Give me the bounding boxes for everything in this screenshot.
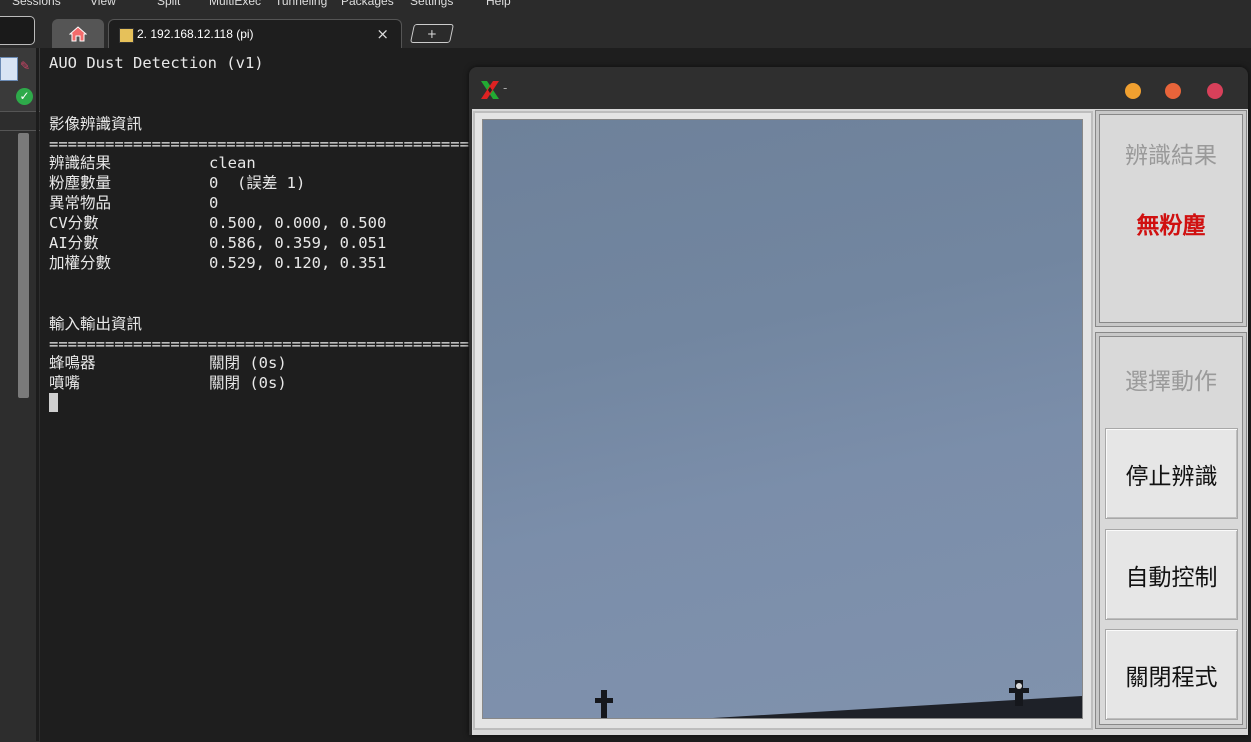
result-panel: 辨識結果 無粉塵 xyxy=(1096,111,1246,326)
terminal-cursor xyxy=(49,393,58,412)
sidebar-scrollbar[interactable] xyxy=(18,133,29,398)
row-value: clean xyxy=(209,154,256,172)
menu-settings[interactable]: Settings xyxy=(410,0,453,8)
row-label: 蜂鳴器 xyxy=(49,354,96,372)
row-label: 粉塵數量 xyxy=(49,174,112,192)
row-label: CV分數 xyxy=(49,214,99,232)
new-tab-button[interactable]: + xyxy=(409,24,455,43)
row-label: 異常物品 xyxy=(49,194,112,212)
plus-icon: + xyxy=(426,26,438,41)
menu-sessions[interactable]: Sessions xyxy=(12,0,61,8)
x11-logo-icon xyxy=(481,81,499,99)
sidebar-tools-icon[interactable]: ✎ xyxy=(20,59,30,73)
sidebar-divider xyxy=(0,130,40,131)
app-client-area: 辨識結果 無粉塵 選擇動作 停止辨識 自動控制 關閉程式 xyxy=(472,109,1248,735)
action-heading: 選擇動作 xyxy=(1125,369,1217,395)
camera-feed-image xyxy=(482,119,1083,719)
menu-view[interactable]: View xyxy=(90,0,116,8)
sidebar-edge xyxy=(36,48,39,741)
close-icon[interactable]: × xyxy=(376,25,389,43)
app-window: - 辨識結果 無粉塵 選擇動作 停止辨識 自動控制 關閉程式 xyxy=(469,67,1248,735)
tab-ssh-session[interactable]: 2. 192.168.12.118 (pi) × xyxy=(108,19,402,50)
row-label: 加權分數 xyxy=(49,254,112,272)
tab-home[interactable] xyxy=(52,19,104,48)
row-value: 0.529, 0.120, 0.351 xyxy=(209,254,387,272)
tab-session-label: 2. 192.168.12.118 (pi) xyxy=(137,27,254,41)
connected-check-icon: ✓ xyxy=(16,88,33,105)
menu-split[interactable]: Split xyxy=(157,0,180,8)
row-value: 0.586, 0.359, 0.051 xyxy=(209,234,387,252)
row-label: 辨識結果 xyxy=(49,154,112,172)
action-panel: 選擇動作 停止辨識 自動控制 關閉程式 xyxy=(1096,333,1246,728)
menu-bar: Sessions View Split MultiExec Tunneling … xyxy=(0,0,1251,10)
row-label: AI分數 xyxy=(49,234,99,252)
sidebar-sessions-icon[interactable] xyxy=(0,57,18,81)
window-title: - xyxy=(503,81,508,95)
stop-recognition-button[interactable]: 停止辨識 xyxy=(1105,428,1238,519)
menu-packages[interactable]: Packages xyxy=(341,0,394,8)
window-titlebar[interactable]: - xyxy=(469,67,1248,109)
terminal-title: AUO Dust Detection (v1) xyxy=(49,54,264,72)
result-heading: 辨識結果 xyxy=(1125,143,1217,169)
close-window-button[interactable] xyxy=(1207,83,1223,99)
row-value: 關閉 (0s) xyxy=(209,354,287,372)
row-value: 關閉 (0s) xyxy=(209,374,287,392)
quick-connect-input[interactable] xyxy=(0,16,35,45)
ssh-key-icon xyxy=(119,28,134,43)
tab-strip: 2. 192.168.12.118 (pi) × + xyxy=(0,10,1251,50)
left-sidebar: ✎ ✓ xyxy=(0,48,40,742)
camera-frame xyxy=(473,111,1093,730)
row-value: 0.500, 0.000, 0.500 xyxy=(209,214,387,232)
row-value: 0 xyxy=(209,194,219,212)
section-heading-io: 輸入輸出資訊 xyxy=(49,315,143,333)
menu-multiexec[interactable]: MultiExec xyxy=(209,0,261,8)
close-program-button[interactable]: 關閉程式 xyxy=(1105,629,1238,720)
row-value: 0 (誤差 1) xyxy=(209,174,306,192)
auto-control-button[interactable]: 自動控制 xyxy=(1105,529,1238,620)
minimize-button[interactable] xyxy=(1125,83,1141,99)
separator: ========================================… xyxy=(49,135,471,153)
home-icon xyxy=(69,25,87,41)
section-heading-recognition: 影像辨識資訊 xyxy=(49,115,143,133)
menu-help[interactable]: Help xyxy=(486,0,511,8)
maximize-button[interactable] xyxy=(1165,83,1181,99)
camera-edge-shadow xyxy=(595,680,1082,718)
separator: ========================================… xyxy=(49,335,471,353)
row-label: 噴嘴 xyxy=(49,374,81,392)
result-value: 無粉塵 xyxy=(1136,213,1206,239)
menu-tunneling[interactable]: Tunneling xyxy=(275,0,327,8)
